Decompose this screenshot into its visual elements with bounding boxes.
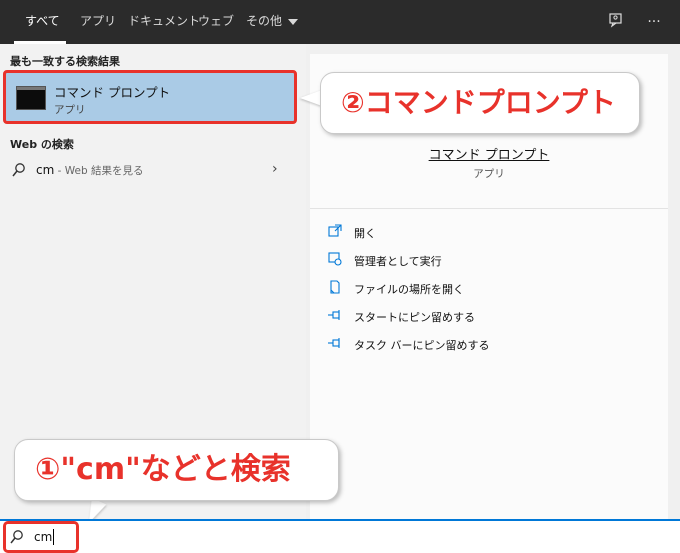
callout-pointer — [300, 90, 322, 106]
callout-step-2: ②コマンドプロンプト — [320, 72, 640, 134]
search-input[interactable] — [34, 527, 334, 547]
action-label: スタートにピン留めする — [354, 311, 475, 324]
pin-icon — [328, 338, 340, 348]
tab-all[interactable]: すべて — [25, 0, 60, 44]
search-icon — [12, 163, 25, 177]
feedback-icon[interactable] — [606, 12, 626, 32]
divider — [310, 208, 668, 209]
best-match-result[interactable]: コマンド プロンプト アプリ — [3, 70, 297, 124]
web-search-result[interactable]: cm - Web 結果を見る › — [0, 158, 306, 184]
best-match-subtitle: アプリ — [54, 104, 86, 116]
details-title[interactable]: コマンド プロンプト — [310, 144, 668, 163]
open-icon — [328, 224, 342, 237]
tab-documents[interactable]: ドキュメント — [128, 0, 200, 44]
chevron-down-icon — [288, 18, 299, 25]
details-subtitle: アプリ — [473, 168, 505, 180]
best-match-heading: 最も一致する検索結果 — [10, 55, 120, 68]
action-label: タスク バーにピン留めする — [354, 339, 490, 352]
pin-icon — [328, 310, 340, 320]
search-bar — [0, 519, 680, 553]
search-input-highlight — [3, 521, 79, 553]
search-tab-bar: すべて アプリ ドキュメント ウェブ その他 ··· — [0, 0, 680, 44]
command-prompt-icon — [16, 86, 46, 110]
action-label: 開く — [354, 227, 376, 240]
tab-web[interactable]: ウェブ — [198, 0, 234, 44]
tab-apps[interactable]: アプリ — [80, 0, 116, 44]
more-options-icon[interactable]: ··· — [644, 12, 664, 32]
web-search-query: cm - Web 結果を見る — [36, 163, 144, 178]
action-label: 管理者として実行 — [354, 255, 442, 268]
tab-more-label: その他 — [246, 14, 283, 28]
web-search-heading: Web の検索 — [10, 138, 74, 151]
file-location-icon — [330, 280, 340, 294]
run-as-admin-icon — [328, 252, 342, 266]
chevron-right-icon: › — [272, 161, 278, 177]
callout-step-1: ①"cm"などと検索 — [14, 439, 339, 501]
web-query-suffix: - Web 結果を見る — [54, 165, 144, 177]
best-match-title: コマンド プロンプト — [54, 85, 171, 100]
tab-more[interactable]: その他 — [246, 0, 299, 44]
action-label: ファイルの場所を開く — [354, 283, 464, 296]
web-query-text: cm — [36, 163, 55, 177]
